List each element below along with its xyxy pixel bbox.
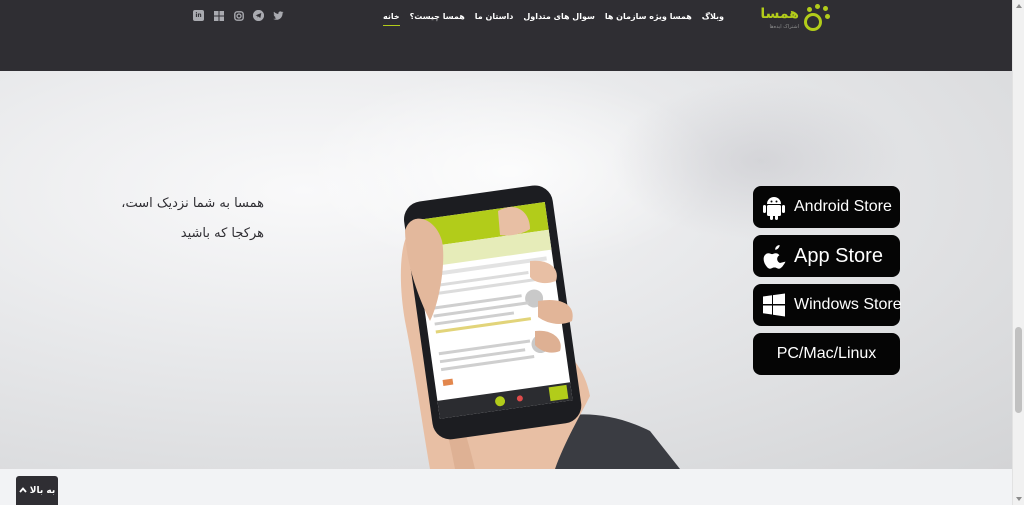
main-nav: خانه همسا چیست؟ داستان ما سوال های متداو… bbox=[383, 11, 724, 26]
nav-item-organizations[interactable]: همسا ویژه سازمان ها bbox=[605, 11, 692, 26]
nav-item-faq[interactable]: سوال های متداول bbox=[523, 11, 595, 26]
windows-icon bbox=[762, 293, 786, 317]
linkedin-icon[interactable]: in bbox=[193, 10, 204, 21]
app-store-label: App Store bbox=[794, 244, 883, 267]
android-icon bbox=[762, 195, 786, 220]
hero-line-2: هرکجا که باشید bbox=[180, 226, 264, 241]
android-store-button[interactable]: Android Store bbox=[753, 186, 900, 228]
hand-holding-phone-image bbox=[400, 185, 680, 469]
back-to-top-button[interactable]: به بالا bbox=[16, 476, 58, 505]
pc-mac-linux-label: PC/Mac/Linux bbox=[776, 345, 877, 362]
logo-subtitle: اشتراک ایده‌ها bbox=[769, 24, 800, 30]
hero-section: همسا به شما نزدیک است، هرکجا که باشید An… bbox=[0, 71, 1012, 469]
hero-line-1: همسا به شما نزدیک است، bbox=[121, 196, 264, 211]
pc-mac-linux-button[interactable]: PC/Mac/Linux bbox=[753, 333, 900, 375]
nav-item-blog[interactable]: وبلاگ bbox=[702, 11, 724, 26]
nav-item-what-is-hamsa[interactable]: همسا چیست؟ bbox=[410, 11, 465, 26]
page-scrollbar[interactable] bbox=[1012, 0, 1024, 505]
hamsa-logo-icon bbox=[801, 4, 831, 34]
telegram-icon[interactable] bbox=[253, 10, 264, 21]
scroll-up-arrow-icon[interactable] bbox=[1016, 4, 1022, 8]
header-bar: همسا اشتراک ایده‌ها خانه همسا چیست؟ داست… bbox=[0, 0, 1012, 71]
hero-tagline: همسا به شما نزدیک است، هرکجا که باشید bbox=[80, 189, 264, 249]
apple-icon bbox=[762, 244, 786, 269]
back-to-top-label: به بالا bbox=[29, 485, 56, 496]
nav-item-home[interactable]: خانه bbox=[383, 11, 400, 26]
twitter-icon[interactable] bbox=[273, 10, 284, 21]
scrollbar-thumb[interactable] bbox=[1015, 327, 1022, 413]
logo-text: همسا bbox=[760, 6, 799, 22]
windows-store-label: Windows Store bbox=[794, 296, 902, 313]
logo[interactable]: همسا اشتراک ایده‌ها bbox=[755, 4, 831, 34]
windows-store-button[interactable]: Windows Store bbox=[753, 284, 902, 326]
social-links: in bbox=[193, 10, 284, 21]
nav-item-our-story[interactable]: داستان ما bbox=[475, 11, 514, 26]
instagram-icon[interactable] bbox=[233, 10, 244, 21]
android-store-label: Android Store bbox=[794, 198, 892, 215]
chevron-up-icon bbox=[19, 486, 27, 496]
windows-icon[interactable] bbox=[213, 10, 224, 21]
app-store-button[interactable]: App Store bbox=[753, 235, 900, 277]
scroll-down-arrow-icon[interactable] bbox=[1016, 497, 1022, 501]
